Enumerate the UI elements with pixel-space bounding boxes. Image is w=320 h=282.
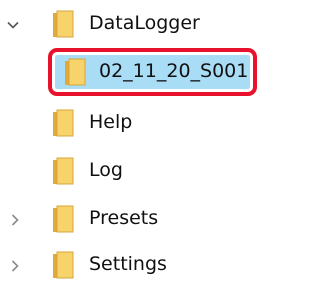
tree-item-label: Settings — [89, 253, 167, 275]
chevron-right-icon[interactable] — [8, 259, 22, 273]
folder-icon — [64, 58, 86, 86]
folder-icon — [52, 109, 74, 137]
folder-icon — [52, 251, 74, 279]
tree-item-presets[interactable]: Presets — [0, 196, 262, 240]
tree-item-help[interactable]: Help — [0, 100, 262, 144]
tree-item-label: Log — [89, 159, 123, 181]
folder-icon — [52, 205, 74, 233]
tree-item-02-11-20-s001[interactable]: 02_11_20_S001 — [0, 50, 262, 94]
tree-item-label: DataLogger — [89, 12, 200, 34]
chevron-right-icon[interactable] — [8, 213, 22, 227]
folder-tree: DataLogger 02_11_20_S001 Help Log Preset… — [0, 0, 262, 282]
tree-item-label: Help — [89, 111, 133, 133]
tree-item-settings[interactable]: Settings — [0, 242, 262, 282]
tree-item-log[interactable]: Log — [0, 148, 262, 192]
tree-item-label: 02_11_20_S001 — [99, 60, 249, 82]
tree-item-datalogger[interactable]: DataLogger — [0, 2, 262, 46]
tree-item-label: Presets — [89, 207, 159, 229]
folder-icon — [52, 157, 74, 185]
folder-icon — [52, 10, 74, 38]
chevron-down-icon[interactable] — [6, 18, 20, 32]
